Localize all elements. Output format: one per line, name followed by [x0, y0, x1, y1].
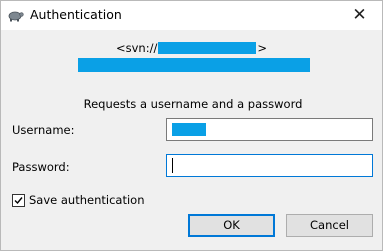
url-prefix: <svn:// [116, 41, 158, 55]
window-title: Authentication [30, 7, 122, 22]
repository-url: <svn:// > [1, 40, 382, 56]
ok-button[interactable]: OK [188, 214, 275, 237]
username-label: Username: [12, 123, 75, 137]
url-suffix: > [257, 41, 267, 55]
close-button[interactable]: ✕ [337, 1, 382, 30]
authentication-dialog: Authentication ✕ <svn:// > Requests a use… [0, 0, 383, 251]
password-input[interactable] [166, 154, 373, 177]
redacted-username [172, 123, 206, 136]
save-authentication-checkbox[interactable] [12, 194, 25, 207]
save-authentication-label: Save authentication [29, 193, 145, 207]
title-bar[interactable]: Authentication ✕ [1, 1, 382, 30]
close-icon: ✕ [352, 5, 367, 25]
redacted-url-path [78, 58, 310, 72]
checkmark-icon [14, 197, 23, 205]
password-label: Password: [12, 160, 70, 174]
cancel-button[interactable]: Cancel [286, 214, 373, 237]
username-input[interactable] [166, 118, 373, 141]
redacted-host [158, 41, 257, 54]
tortoise-icon [8, 7, 24, 22]
realm-text: Requests a username and a password [83, 97, 303, 111]
text-caret [172, 158, 173, 173]
